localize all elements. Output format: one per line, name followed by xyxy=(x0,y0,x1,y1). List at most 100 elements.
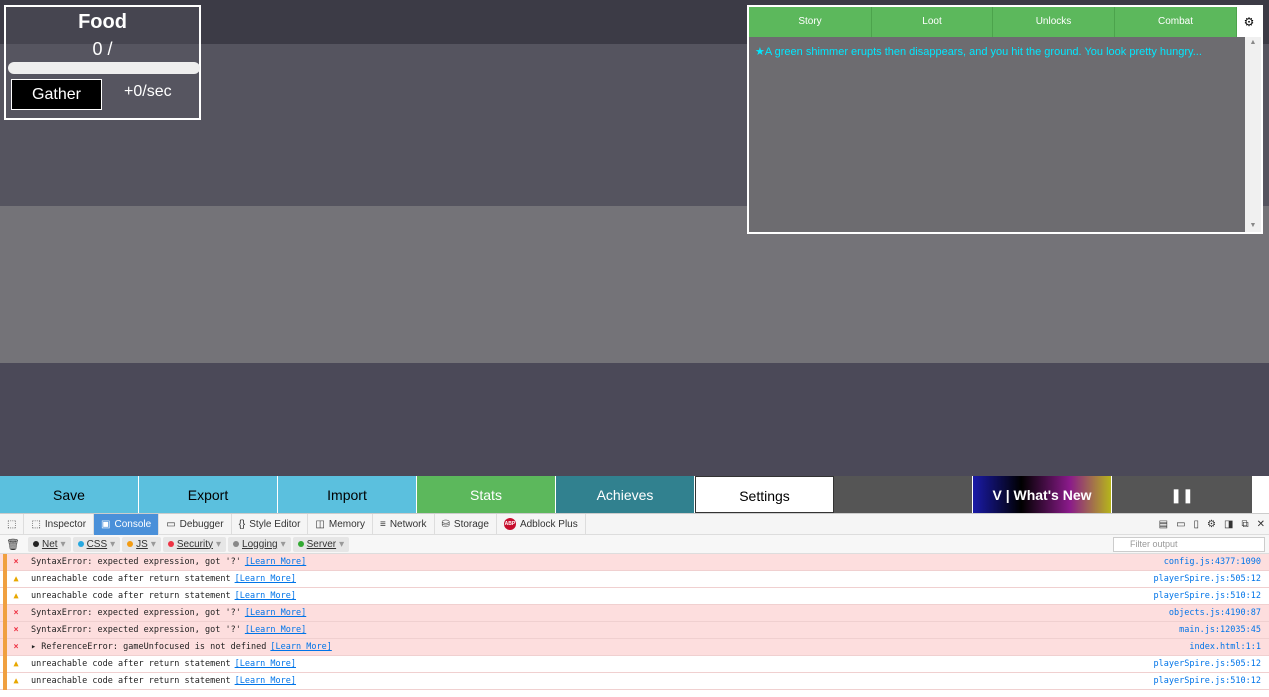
devtools-tab-debugger[interactable]: ▭ Debugger xyxy=(159,513,232,535)
undock-icon[interactable]: ⧉ xyxy=(1241,519,1248,530)
scroll-down-icon[interactable]: ▼ xyxy=(1245,220,1261,232)
message-text: SyntaxError: expected expression, got '?… xyxy=(31,554,306,571)
message-gutter xyxy=(3,554,7,571)
gather-button[interactable]: Gather xyxy=(11,79,102,110)
error-icon: × xyxy=(13,557,19,567)
gear-icon[interactable]: ⚙ xyxy=(1237,7,1261,37)
message-gutter xyxy=(3,673,7,690)
achieves-button[interactable]: Achieves xyxy=(556,476,695,513)
settings-button[interactable]: Settings xyxy=(695,476,834,513)
devtools-tab-label: Memory xyxy=(328,518,365,530)
console-message: ▲ unreachable code after return statement… xyxy=(0,656,1269,673)
trash-icon[interactable]: 🗑 xyxy=(6,538,20,551)
console-message: × ▸ ReferenceError: gameUnfocused is not … xyxy=(0,639,1269,656)
filter-label: JS xyxy=(136,538,148,550)
filter-server[interactable]: Server ▾ xyxy=(292,536,350,552)
console-message: ▲ unreachable code after return statement… xyxy=(0,673,1269,690)
filter-security[interactable]: Security ▾ xyxy=(162,536,227,552)
devtools-tab-memory[interactable]: ◫ Memory xyxy=(308,513,373,535)
error-icon: × xyxy=(13,625,19,635)
tab-combat[interactable]: Combat xyxy=(1115,7,1237,37)
devtools-tab-console[interactable]: ▣ Console xyxy=(94,513,160,535)
message-source-link[interactable]: playerSpire.js:510:12 xyxy=(1154,673,1261,690)
message-source-link[interactable]: playerSpire.js:505:12 xyxy=(1154,571,1261,588)
devtools-tab-style-editor[interactable]: {} Style Editor xyxy=(232,513,309,535)
message-gutter xyxy=(3,622,7,639)
learn-more-link[interactable]: [Learn More] xyxy=(245,608,306,618)
learn-more-link[interactable]: [Learn More] xyxy=(245,625,306,635)
food-count: 0 / xyxy=(92,39,113,59)
devtools-tab-label: Style Editor xyxy=(249,518,301,530)
learn-more-link[interactable]: [Learn More] xyxy=(235,659,296,669)
scroll-up-icon[interactable]: ▲ xyxy=(1245,37,1261,49)
layout-icon[interactable]: ▤ xyxy=(1159,519,1168,530)
log-scrollbar[interactable]: ▲ ▼ xyxy=(1245,37,1261,232)
pick-element-icon[interactable]: ⬚ xyxy=(0,513,25,535)
filter-output-input[interactable]: Filter output xyxy=(1113,537,1265,552)
learn-more-link[interactable]: [Learn More] xyxy=(235,676,296,686)
message-text: unreachable code after return statement [… xyxy=(31,673,296,690)
message-source-link[interactable]: index.html:1:1 xyxy=(1189,639,1261,656)
message-source-link[interactable]: objects.js:4190:87 xyxy=(1169,605,1261,622)
learn-more-link[interactable]: [Learn More] xyxy=(235,591,296,601)
message-body: unreachable code after return statement xyxy=(31,591,231,601)
devtools-tab-network[interactable]: ≡ Network xyxy=(373,513,435,535)
chevron-down-icon: ▾ xyxy=(110,538,116,550)
message-source-link[interactable]: playerSpire.js:505:12 xyxy=(1154,656,1261,673)
console-message: × SyntaxError: expected expression, got '… xyxy=(0,554,1269,571)
message-text: unreachable code after return statement [… xyxy=(31,588,296,605)
filter-logging[interactable]: Logging ▾ xyxy=(228,536,291,552)
filter-dot xyxy=(233,541,240,547)
whats-new-button[interactable]: V | What's New xyxy=(973,476,1112,513)
food-progress-bar xyxy=(8,62,200,74)
message-source-link[interactable]: config.js:4377:1090 xyxy=(1164,554,1261,571)
devtools-tab-inspector[interactable]: ⬚ Inspector xyxy=(24,513,95,535)
learn-more-link[interactable]: [Learn More] xyxy=(270,642,331,652)
message-gutter xyxy=(3,605,7,622)
export-button[interactable]: Export xyxy=(139,476,278,513)
devtools-tab-storage[interactable]: ⛁ Storage xyxy=(435,513,497,535)
message-source-link[interactable]: playerSpire.js:510:12 xyxy=(1154,588,1261,605)
tab-loot[interactable]: Loot xyxy=(872,7,993,37)
console-message: × SyntaxError: expected expression, got '… xyxy=(0,605,1269,622)
import-button[interactable]: Import xyxy=(278,476,417,513)
message-body: ▸ ReferenceError: gameUnfocused is not d… xyxy=(31,642,267,652)
console-message: ▲ unreachable code after return statement… xyxy=(0,588,1269,605)
filter-label: Logging xyxy=(242,538,278,550)
tab-story[interactable]: Story xyxy=(749,7,872,37)
message-source-link[interactable]: main.js:12035:45 xyxy=(1179,622,1261,639)
learn-more-link[interactable]: [Learn More] xyxy=(235,574,296,584)
devtools-tab-adblock-plus[interactable]: ABP Adblock Plus xyxy=(497,513,586,535)
stats-button[interactable]: Stats xyxy=(417,476,556,513)
blank-button[interactable] xyxy=(834,476,973,513)
filter-dot xyxy=(297,541,304,547)
food-panel: Food 0 / Gather +0/sec xyxy=(4,5,201,120)
settings-gear-icon[interactable]: ⚙ xyxy=(1207,519,1216,530)
devtools-tab-icon: ▭ xyxy=(166,518,176,530)
console-message: × SyntaxError: expected expression, got '… xyxy=(0,622,1269,639)
learn-more-link[interactable]: [Learn More] xyxy=(245,557,306,567)
responsive-icon[interactable]: ▯ xyxy=(1194,519,1200,530)
dock-side-icon[interactable]: ◨ xyxy=(1224,519,1233,530)
devtools-tab-icon: ≡ xyxy=(379,518,386,530)
filter-dot xyxy=(77,541,84,547)
devtools-controls: ▤ ▭ ▯ ⚙ ◨ ⧉ ✕ xyxy=(1159,514,1265,535)
save-button[interactable]: Save xyxy=(0,476,139,513)
console-message: ▲ unreachable code after return statement… xyxy=(0,571,1269,588)
devtools-filter-bar: 🗑 Net ▾ CSS ▾ JS ▾ Security ▾ Logging ▾ Server ▾ Fi… xyxy=(0,535,1269,554)
message-body: unreachable code after return statement xyxy=(31,659,231,669)
pause-button[interactable]: ❚❚ xyxy=(1112,476,1253,513)
close-icon[interactable]: ✕ xyxy=(1257,519,1265,530)
devtools-tab-label: Storage xyxy=(453,518,489,530)
filter-js[interactable]: JS ▾ xyxy=(122,536,161,552)
tab-unlocks[interactable]: Unlocks xyxy=(993,7,1115,37)
filter-css[interactable]: CSS ▾ xyxy=(72,536,121,552)
devtools-tab-label: Debugger xyxy=(179,518,224,530)
filter-net[interactable]: Net ▾ xyxy=(27,536,71,552)
devtools-panel: ⬚ ⬚ Inspector ▣ Console ▭ Debugger{} Style Edi… xyxy=(0,513,1269,697)
console-split-icon[interactable]: ▭ xyxy=(1176,519,1185,530)
filter-label: Security xyxy=(176,538,213,550)
message-body: unreachable code after return statement xyxy=(31,574,231,584)
devtools-tab-label: Inspector xyxy=(44,518,87,530)
filter-dot xyxy=(127,541,134,547)
